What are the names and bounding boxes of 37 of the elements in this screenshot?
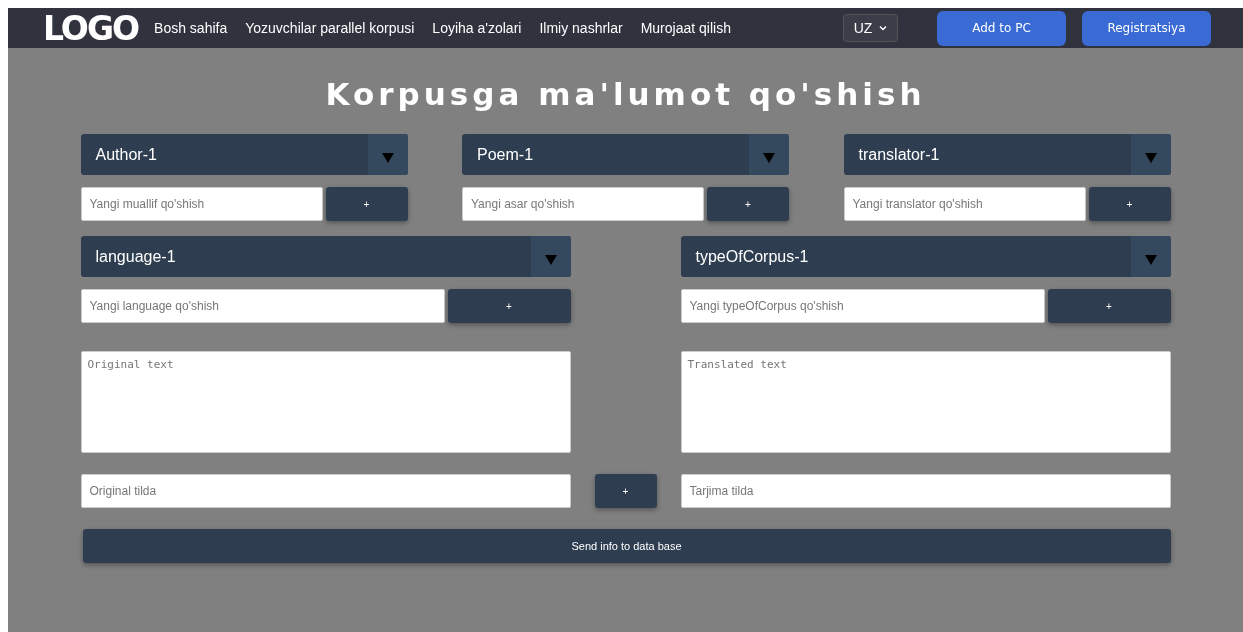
caret-down-icon [1144,254,1157,265]
nav-link[interactable]: Murojaat qilish [640,20,731,36]
caret-down-icon [763,152,775,163]
text-input[interactable]: Yangi asar qo'shish [462,187,704,221]
nav-link[interactable]: Yozuvchilar parallel korpusi [245,20,415,36]
add-button[interactable]: + [447,289,571,323]
add-button[interactable]: + [1047,289,1171,323]
caret-down-icon [544,254,557,265]
submit-button[interactable]: Send info to data base [82,529,1171,563]
nav-button[interactable]: Add to PC [937,10,1066,46]
add-button[interactable]: + [1088,187,1171,221]
caret-down-icon [381,152,394,163]
chevron-down-icon [879,25,888,31]
page-title: Korpusga ma'lumot qo'shish [325,75,926,114]
add-button[interactable]: + [707,187,789,221]
dropdown-select[interactable]: language-1 [80,236,571,277]
language-select[interactable]: UZ [843,14,898,42]
text-input[interactable]: Tarjima tilda [680,474,1171,508]
nav-link[interactable]: Bosh sahifa [154,20,228,36]
text-input[interactable]: Yangi translator qo'shish [843,187,1086,221]
caret-down-icon [1144,152,1157,163]
text-area[interactable]: Original text [80,351,571,453]
text-input[interactable]: Yangi typeOfCorpus qo'shish [680,289,1045,323]
text-input[interactable]: Yangi language qo'shish [80,289,445,323]
dropdown-select[interactable]: typeOfCorpus-1 [680,236,1171,277]
dropdown-select[interactable]: Poem-1 [462,134,789,175]
nav-button[interactable]: Registratsiya [1082,10,1211,46]
dropdown-select[interactable]: translator-1 [843,134,1171,175]
add-button[interactable]: + [594,474,657,508]
logo[interactable]: LOGO [43,8,139,48]
text-area[interactable]: Translated text [680,351,1171,453]
text-input[interactable]: Original tilda [80,474,571,508]
text-input[interactable]: Yangi muallif qo'shish [80,187,323,221]
nav-link[interactable]: Loyiha a'zolari [432,20,522,36]
dropdown-select[interactable]: Author-1 [80,134,408,175]
nav-link[interactable]: Ilmiy nashrlar [539,20,623,36]
add-button[interactable]: + [325,187,408,221]
